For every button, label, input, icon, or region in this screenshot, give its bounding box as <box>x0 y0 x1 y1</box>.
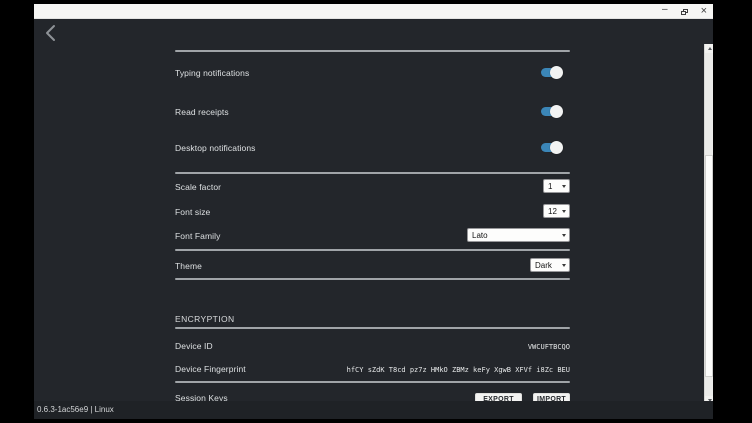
titlebar: – × <box>34 4 713 19</box>
divider <box>175 278 570 280</box>
settings-content: Typing notifications Read receipts Deskt… <box>175 19 570 401</box>
settings-page: Typing notifications Read receipts Deskt… <box>34 19 713 419</box>
divider <box>175 381 570 383</box>
export-keys-button[interactable]: EXPORT <box>475 393 522 401</box>
select-label-font-family: Font Family <box>175 231 221 241</box>
settings-scroll-area: Typing notifications Read receipts Deskt… <box>34 19 704 401</box>
select-label-font-size: Font size <box>175 207 210 217</box>
chevron-down-icon <box>562 264 566 267</box>
chevron-down-icon <box>562 210 566 213</box>
selected-value: Dark <box>535 261 552 270</box>
app-version-text: 0.6.3-1ac56e9 | Linux <box>37 405 114 414</box>
device-fingerprint-value: hfCY sZdK T8cd pz7z HMkO ZBMz keFy XgwB … <box>347 366 570 374</box>
select-label-scale-factor: Scale factor <box>175 182 221 192</box>
chevron-down-icon <box>562 185 566 188</box>
toggle-read-receipts[interactable] <box>541 105 563 118</box>
window-controls: – × <box>662 4 707 19</box>
close-icon[interactable]: × <box>701 4 707 19</box>
import-keys-button[interactable]: IMPORT <box>533 393 570 401</box>
toggle-label-typing-notifications: Typing notifications <box>175 68 249 78</box>
device-id-label: Device ID <box>175 341 213 351</box>
scrollbar-thumb[interactable] <box>705 155 713 377</box>
chevron-down-icon <box>562 234 566 237</box>
divider <box>175 172 570 174</box>
scale-factor-select[interactable]: 1 <box>543 179 570 193</box>
device-fingerprint-label: Device Fingerprint <box>175 364 246 374</box>
toggle-knob <box>550 141 563 154</box>
font-family-select[interactable]: Lato <box>467 228 570 242</box>
select-label-theme: Theme <box>175 261 202 271</box>
selected-value: 12 <box>548 207 557 216</box>
toggle-label-read-receipts: Read receipts <box>175 107 229 117</box>
minimize-icon[interactable]: – <box>662 2 668 17</box>
app-window: – × Typing notifications Read recei <box>34 4 713 419</box>
divider <box>175 249 570 251</box>
device-id-value: VWCUFTBCQO <box>528 343 570 351</box>
selected-value: 1 <box>548 182 552 191</box>
toggle-knob <box>550 66 563 79</box>
encryption-section-heading: ENCRYPTION <box>175 314 235 324</box>
toggle-knob <box>550 105 563 118</box>
vertical-scrollbar[interactable] <box>704 44 713 405</box>
scroll-up-icon[interactable] <box>705 44 713 53</box>
status-bar: 0.6.3-1ac56e9 | Linux <box>34 401 713 419</box>
divider <box>175 327 570 329</box>
toggle-label-desktop-notifications: Desktop notifications <box>175 143 256 153</box>
divider <box>175 50 570 52</box>
theme-select[interactable]: Dark <box>530 258 570 272</box>
session-keys-label: Session Keys <box>175 393 228 401</box>
restore-icon[interactable] <box>681 4 688 19</box>
selected-value: Lato <box>472 231 488 240</box>
toggle-desktop-notifications[interactable] <box>541 141 563 154</box>
toggle-typing-notifications[interactable] <box>541 66 563 79</box>
font-size-select[interactable]: 12 <box>543 204 570 218</box>
